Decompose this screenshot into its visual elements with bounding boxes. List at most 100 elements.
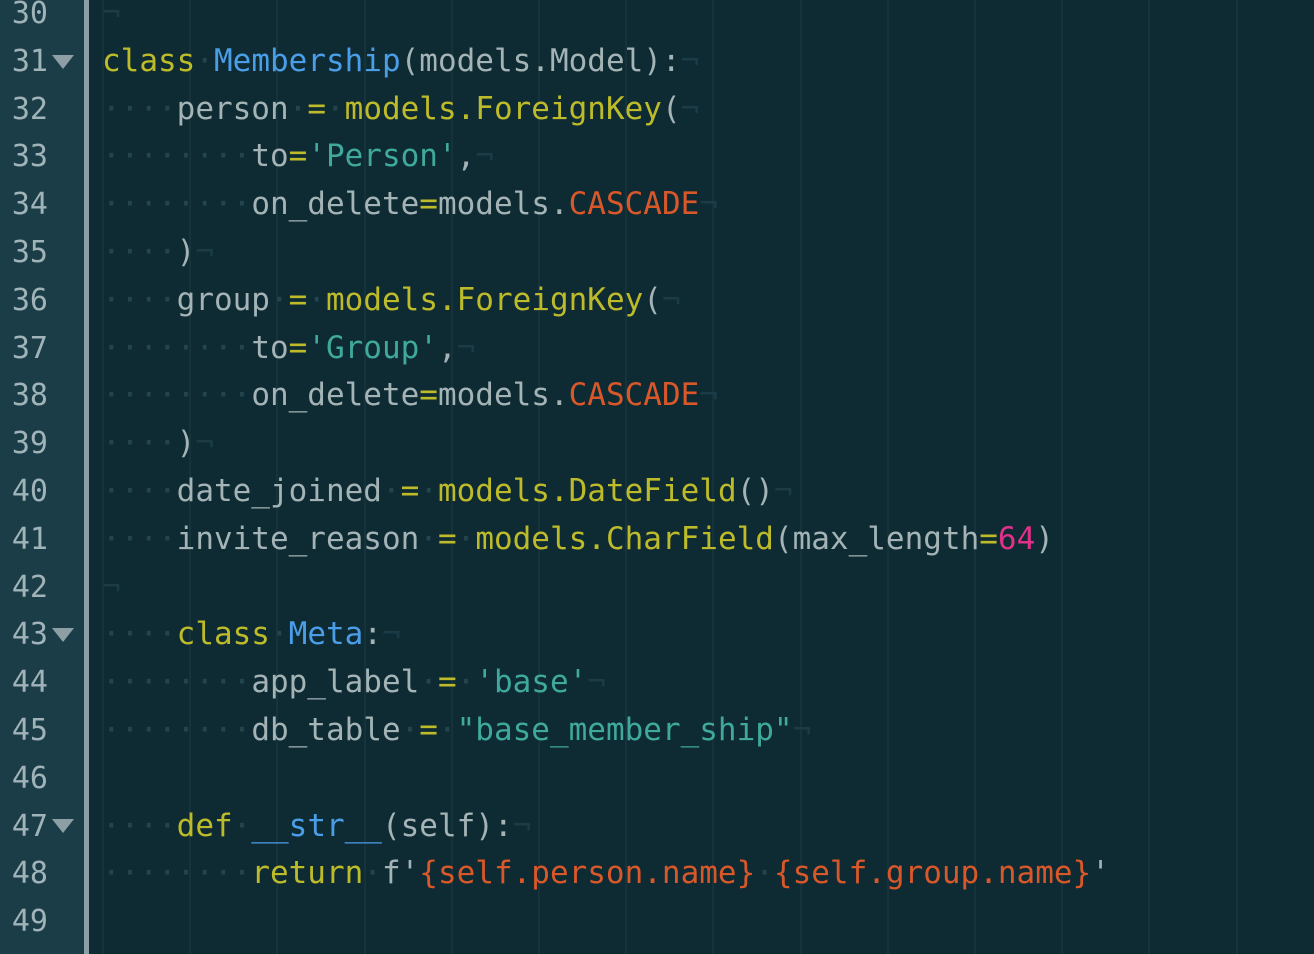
gutter-row[interactable]: 32 [0, 86, 84, 134]
gutter-row[interactable]: 38 [0, 372, 84, 420]
gutter-row[interactable]: 44 [0, 659, 84, 707]
code-line[interactable]: ········app_label·=·'base'¬ [89, 659, 1314, 707]
code-line[interactable]: ····person·=·models.ForeignKey(¬ [89, 86, 1314, 134]
code-token: = [437, 520, 457, 557]
line-number: 44 [11, 665, 48, 701]
code-token: person [176, 90, 289, 127]
carriage-return-icon: ¬ [699, 377, 718, 414]
whitespace-dot-icon: · [400, 712, 420, 748]
code-line[interactable]: ········db_table·=·"base_member_ship"¬ [89, 707, 1314, 755]
code-line-text: ········db_table·=·"base_member_ship"¬ [89, 707, 811, 755]
code-token: models.DateField [437, 473, 737, 509]
code-line[interactable] [89, 755, 1314, 803]
gutter-row[interactable]: 37 [0, 325, 84, 373]
code-token: {self.person.name} [419, 855, 756, 892]
code-line-text: ········to='Group',¬ [89, 325, 475, 373]
code-line-text: ········app_label·=·'base'¬ [89, 659, 606, 707]
code-token: = [288, 138, 308, 175]
code-line[interactable]: class·Membership(models.Model):¬ [89, 38, 1314, 86]
gutter-row[interactable]: 47 [0, 803, 84, 851]
code-line[interactable]: ····)¬ [89, 420, 1314, 468]
gutter-row[interactable]: 30 [0, 0, 84, 38]
gutter-row[interactable]: 35 [0, 229, 84, 277]
gutter-row[interactable]: 45 [0, 707, 84, 755]
code-line[interactable]: ¬ [89, 564, 1314, 612]
fold-toggle[interactable] [48, 819, 78, 834]
code-line[interactable]: ········to='Group',¬ [89, 325, 1314, 373]
code-token: on_delete [251, 377, 420, 414]
code-token: = [288, 281, 308, 318]
gutter-row[interactable]: 40 [0, 468, 84, 516]
fold-toggle[interactable] [48, 54, 78, 69]
code-line[interactable]: ········on_delete=models.CASCADE¬ [89, 181, 1314, 229]
gutter-row[interactable]: 41 [0, 516, 84, 564]
code-line[interactable]: ········on_delete=models.CASCADE¬ [89, 372, 1314, 420]
code-token: () [736, 473, 774, 509]
code-line[interactable]: ····date_joined·=·models.DateField()¬ [89, 468, 1314, 516]
gutter-row[interactable]: 42 [0, 564, 84, 612]
code-line[interactable]: ········return·f'{self.person.name}·{sel… [89, 850, 1314, 898]
code-token: = [437, 664, 457, 701]
code-token: CASCADE [568, 186, 700, 223]
carriage-return-icon: ¬ [587, 664, 606, 701]
code-line[interactable]: ····class·Meta:¬ [89, 611, 1314, 659]
code-line[interactable] [89, 898, 1314, 946]
code-token: 64 [997, 520, 1036, 557]
whitespace-dot-icon: · [456, 664, 476, 701]
gutter-row[interactable]: 43 [0, 611, 84, 659]
line-number-gutter[interactable]: 30 31 32 33 34 35 36 37 38 39 40 41 42 43 44 45 46 47 48 49 [0, 0, 84, 954]
code-line-text: class·Membership(models.Model):¬ [89, 38, 699, 86]
code-token: models.ForeignKey [326, 281, 644, 318]
carriage-return-icon: ¬ [381, 616, 401, 653]
gutter-row[interactable]: 48 [0, 850, 84, 898]
code-token: (models.Model): [400, 42, 681, 79]
code-token: Meta [288, 616, 364, 653]
gutter-row[interactable]: 49 [0, 898, 84, 946]
whitespace-dot-icon: ········ [102, 855, 252, 892]
gutter-row[interactable]: 34 [0, 181, 84, 229]
gutter-row[interactable]: 46 [0, 755, 84, 803]
line-number: 39 [11, 426, 48, 462]
code-editor[interactable]: 30 31 32 33 34 35 36 37 38 39 40 41 42 43 44 45 46 47 48 49… [0, 0, 1314, 954]
code-token: 'Group' [307, 329, 438, 366]
code-line-text: ¬ [89, 564, 121, 612]
code-token: ) [1035, 520, 1054, 557]
code-line[interactable]: ····)¬ [89, 229, 1314, 277]
code-token: ' [1091, 855, 1110, 892]
code-line-text: ····invite_reason·=·models.CharField(max… [89, 516, 1054, 564]
code-line[interactable]: ¬ [89, 0, 1314, 38]
code-line[interactable]: ········to='Person',¬ [89, 133, 1314, 181]
code-content-area[interactable]: ¬ class·Membership(models.Model):¬ ····per… [89, 0, 1314, 954]
gutter-row[interactable]: 31 [0, 38, 84, 86]
line-number: 32 [11, 91, 48, 127]
whitespace-dot-icon: ········ [102, 138, 252, 175]
fold-toggle[interactable] [48, 628, 78, 643]
gutter-row[interactable]: 33 [0, 133, 84, 181]
code-token: f' [381, 855, 420, 892]
code-token: 'base' [475, 664, 588, 701]
whitespace-dot-icon: · [325, 90, 345, 127]
whitespace-dot-icon: · [269, 616, 289, 653]
code-token: class [176, 616, 270, 653]
whitespace-dot-icon: ········ [102, 186, 252, 223]
whitespace-dot-icon: ···· [102, 520, 177, 557]
code-token: __str__ [251, 807, 382, 844]
code-token: Membership [214, 42, 401, 79]
code-token: return [251, 855, 364, 892]
code-line[interactable]: ····def·__str__(self):¬ [89, 803, 1314, 851]
code-token: = [419, 186, 438, 223]
code-line[interactable]: ····group·=·models.ForeignKey(¬ [89, 277, 1314, 325]
gutter-row[interactable]: 36 [0, 277, 84, 325]
fold-arrow-down-icon[interactable] [52, 54, 74, 69]
carriage-return-icon: ¬ [661, 281, 681, 318]
line-number: 47 [11, 808, 48, 844]
code-line-text: ········on_delete=models.CASCADE¬ [89, 181, 718, 229]
gutter-row[interactable]: 39 [0, 420, 84, 468]
code-token: group [176, 281, 270, 318]
code-token: (max_length [773, 520, 980, 557]
code-token: = [307, 90, 326, 127]
code-line[interactable]: ····invite_reason·=·models.CharField(max… [89, 516, 1314, 564]
fold-arrow-down-icon[interactable] [52, 628, 74, 643]
fold-arrow-down-icon[interactable] [52, 819, 74, 834]
whitespace-dot-icon: · [419, 664, 438, 701]
